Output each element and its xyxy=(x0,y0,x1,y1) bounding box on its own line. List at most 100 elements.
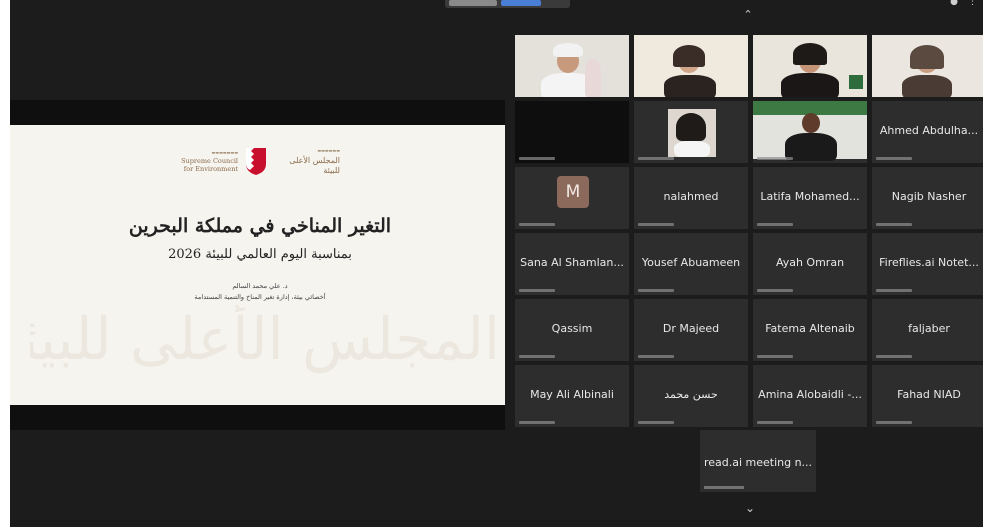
participant-label xyxy=(638,421,674,424)
participant-label xyxy=(876,157,912,160)
meeting-window: ● ⋮ ⌃ المجلس الأعلى للبيئة ▬▬▬▬▬▬▬ Supre… xyxy=(10,0,983,527)
participant-name: Ayah Omran xyxy=(775,256,845,270)
participant-label xyxy=(519,157,555,160)
participant-name: Qassim xyxy=(551,322,593,336)
participant-label xyxy=(519,355,555,358)
council-name-line2: for Environment xyxy=(183,165,238,173)
presenter-name: د. علي محمد السالم xyxy=(232,282,288,290)
participant-label xyxy=(519,421,555,424)
participant-label xyxy=(876,223,912,226)
participant-tile[interactable]: Fireflies.ai Notet... xyxy=(872,233,983,295)
participant-name: Latifa Mohamed... xyxy=(760,190,860,204)
participant-label xyxy=(757,289,793,292)
participant-label xyxy=(757,421,793,424)
participant-video xyxy=(753,101,867,161)
participant-tile[interactable]: Qassim xyxy=(515,299,629,361)
view-option-active[interactable] xyxy=(501,0,541,6)
slide-presenter: د. علي محمد السالم أخصائي بيئة، إدارة تغ… xyxy=(70,281,450,303)
participant-body xyxy=(902,75,952,97)
participant-name: Fatema Altenaib xyxy=(765,322,855,336)
participant-tile[interactable] xyxy=(753,101,867,163)
participant-label xyxy=(704,486,744,489)
presentation-slide: المجلس الأعلى للبيئة ▬▬▬▬▬▬▬ Supreme Cou… xyxy=(10,125,505,405)
council-logo-arabic: ▬▬▬▬▬▬ المجلس الأعلى للبيئة xyxy=(289,148,340,175)
participant-name: Fahad NIAD xyxy=(897,388,961,402)
participant-label xyxy=(638,157,674,160)
participant-tile[interactable]: Ayah Omran xyxy=(753,233,867,295)
council-logo-english: ▬▬▬▬▬▬▬ Supreme Council for Environment xyxy=(170,149,238,173)
participant-name: Yousef Abuameen xyxy=(641,256,741,270)
participant-tile[interactable]: Fahad NIAD xyxy=(872,365,983,427)
participant-body xyxy=(664,75,716,97)
participant-name: May Ali Albinali xyxy=(530,388,614,402)
participant-name: faljaber xyxy=(908,322,950,336)
participant-name: read.ai meeting n... xyxy=(703,456,813,469)
settings-icon[interactable]: ⋮ xyxy=(968,0,977,7)
participant-tile[interactable] xyxy=(634,35,748,97)
participant-tile[interactable]: M xyxy=(515,167,629,229)
participant-name: Nagib Nasher xyxy=(891,190,967,204)
participant-name: Fireflies.ai Notet... xyxy=(879,256,979,270)
participant-tile[interactable]: Sana Al Shamlan... xyxy=(515,233,629,295)
participants-grid: Ahmed Abdulha... M nalahmed Latifa Moham… xyxy=(515,35,983,435)
participant-name: حسن محمد xyxy=(664,388,718,402)
view-option[interactable] xyxy=(449,0,497,6)
participant-tile[interactable]: Fatema Altenaib xyxy=(753,299,867,361)
chevron-down-icon[interactable]: ⌄ xyxy=(742,502,758,514)
participant-label xyxy=(519,223,555,226)
top-right-controls: ● ⋮ xyxy=(950,0,977,7)
participant-label xyxy=(638,223,674,226)
participant-headwear xyxy=(910,45,944,69)
participant-tile[interactable] xyxy=(515,35,629,97)
view-switcher[interactable] xyxy=(445,0,570,8)
slide-title: التغير المناخي في مملكة البحرين xyxy=(128,215,392,237)
council-name-arabic: المجلس الأعلى للبيئة xyxy=(289,156,340,175)
slide-watermark: المجلس الأعلى للبيئة xyxy=(30,305,500,373)
slide-subtitle: بمناسبة اليوم العالمي للبيئة 2026 xyxy=(168,247,352,262)
participant-name: Sana Al Shamlan... xyxy=(520,256,624,270)
participant-tile[interactable] xyxy=(515,101,629,163)
participant-tile[interactable] xyxy=(634,101,748,163)
participant-name: Dr Majeed xyxy=(662,322,720,336)
participant-label xyxy=(876,421,912,424)
participant-label xyxy=(638,355,674,358)
participant-body xyxy=(674,141,710,157)
participant-avatar: M xyxy=(557,176,589,208)
participant-tile[interactable]: Amina Alobaidli -... xyxy=(753,365,867,427)
participant-headwear xyxy=(676,113,706,141)
participant-face xyxy=(802,113,820,133)
mic-icon[interactable]: ● xyxy=(950,0,958,7)
participant-label xyxy=(757,355,793,358)
slide-logos: ▬▬▬▬▬▬▬ Supreme Council for Environment … xyxy=(170,143,350,179)
background-plant xyxy=(849,75,863,89)
participant-headwear xyxy=(553,43,583,57)
participant-photo xyxy=(668,109,716,157)
participant-name: Ahmed Abdulha... xyxy=(879,124,979,138)
participant-label xyxy=(638,289,674,292)
participant-tile[interactable]: Latifa Mohamed... xyxy=(753,167,867,229)
participant-tile[interactable]: حسن محمد xyxy=(634,365,748,427)
participant-tile[interactable]: Nagib Nasher xyxy=(872,167,983,229)
participant-tile[interactable]: May Ali Albinali xyxy=(515,365,629,427)
participant-tile[interactable]: faljaber xyxy=(872,299,983,361)
participant-tile[interactable]: read.ai meeting n... xyxy=(700,430,816,492)
participant-tile[interactable]: nalahmed xyxy=(634,167,748,229)
participant-tile[interactable]: Ahmed Abdulha... xyxy=(872,101,983,163)
participant-tile[interactable]: Dr Majeed xyxy=(634,299,748,361)
council-name-line1: Supreme Council xyxy=(181,157,238,165)
participant-headwear xyxy=(673,45,705,67)
participant-body xyxy=(781,73,839,97)
participant-label xyxy=(757,157,793,160)
participant-headwear xyxy=(793,43,827,65)
participant-label xyxy=(876,289,912,292)
presenter-role: أخصائي بيئة، إدارة تغير المناخ والتنمية … xyxy=(194,293,326,301)
participant-label xyxy=(876,355,912,358)
participant-tile[interactable] xyxy=(872,35,983,97)
participant-tile[interactable]: Yousef Abuameen xyxy=(634,233,748,295)
participant-label xyxy=(519,289,555,292)
participant-tile[interactable] xyxy=(753,35,867,97)
bahrain-emblem-icon xyxy=(246,148,266,175)
participant-headwear xyxy=(585,59,601,97)
chevron-up-icon[interactable]: ⌃ xyxy=(740,9,756,20)
participant-name: nalahmed xyxy=(663,190,719,204)
